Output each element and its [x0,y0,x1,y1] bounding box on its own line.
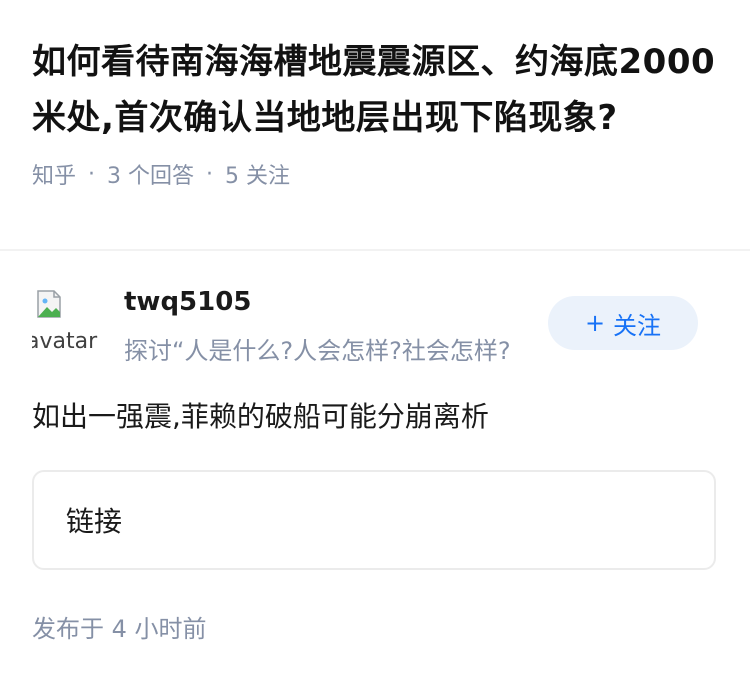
publish-time: 发布于 4 小时前 [32,615,207,643]
link-card[interactable]: 链接 [32,470,716,570]
plus-icon: + [584,309,606,337]
broken-image-icon [37,290,61,318]
question-header: 如何看待南海海槽地震震源区、约海底2000米处,首次确认当地地层出现下陷现象? … [0,0,750,190]
author-bio: 探讨“人是什么?人会怎样?社会怎样? [124,337,511,365]
source-label[interactable]: 知乎 [32,158,76,190]
follow-button[interactable]: + 关注 [548,296,698,350]
answer-author: avatar twq5105 探讨“人是什么?人会怎样?社会怎样? + 关注 [32,287,718,365]
meta-separator: · [206,161,214,187]
question-meta: 知乎 · 3 个回答 · 5 关注 [32,158,718,190]
follow-button-label: 关注 [613,311,662,340]
avatar-alt-text: avatar [32,329,98,354]
answer-content: 如出一强震,菲赖的破船可能分崩离析 [32,400,489,433]
author-name[interactable]: twq5105 [124,287,251,317]
answer-page: 如何看待南海海槽地震震源区、约海底2000米处,首次确认当地地层出现下陷现象? … [0,0,750,674]
answers-count[interactable]: 3 个回答 [107,158,194,190]
avatar[interactable]: avatar [32,287,104,359]
meta-separator: · [88,161,96,187]
followers-count[interactable]: 5 关注 [225,158,290,190]
question-title[interactable]: 如何看待南海海槽地震震源区、约海底2000米处,首次确认当地地层出现下陷现象? [32,34,718,146]
link-card-label: 链接 [66,505,123,538]
section-divider [0,249,750,251]
